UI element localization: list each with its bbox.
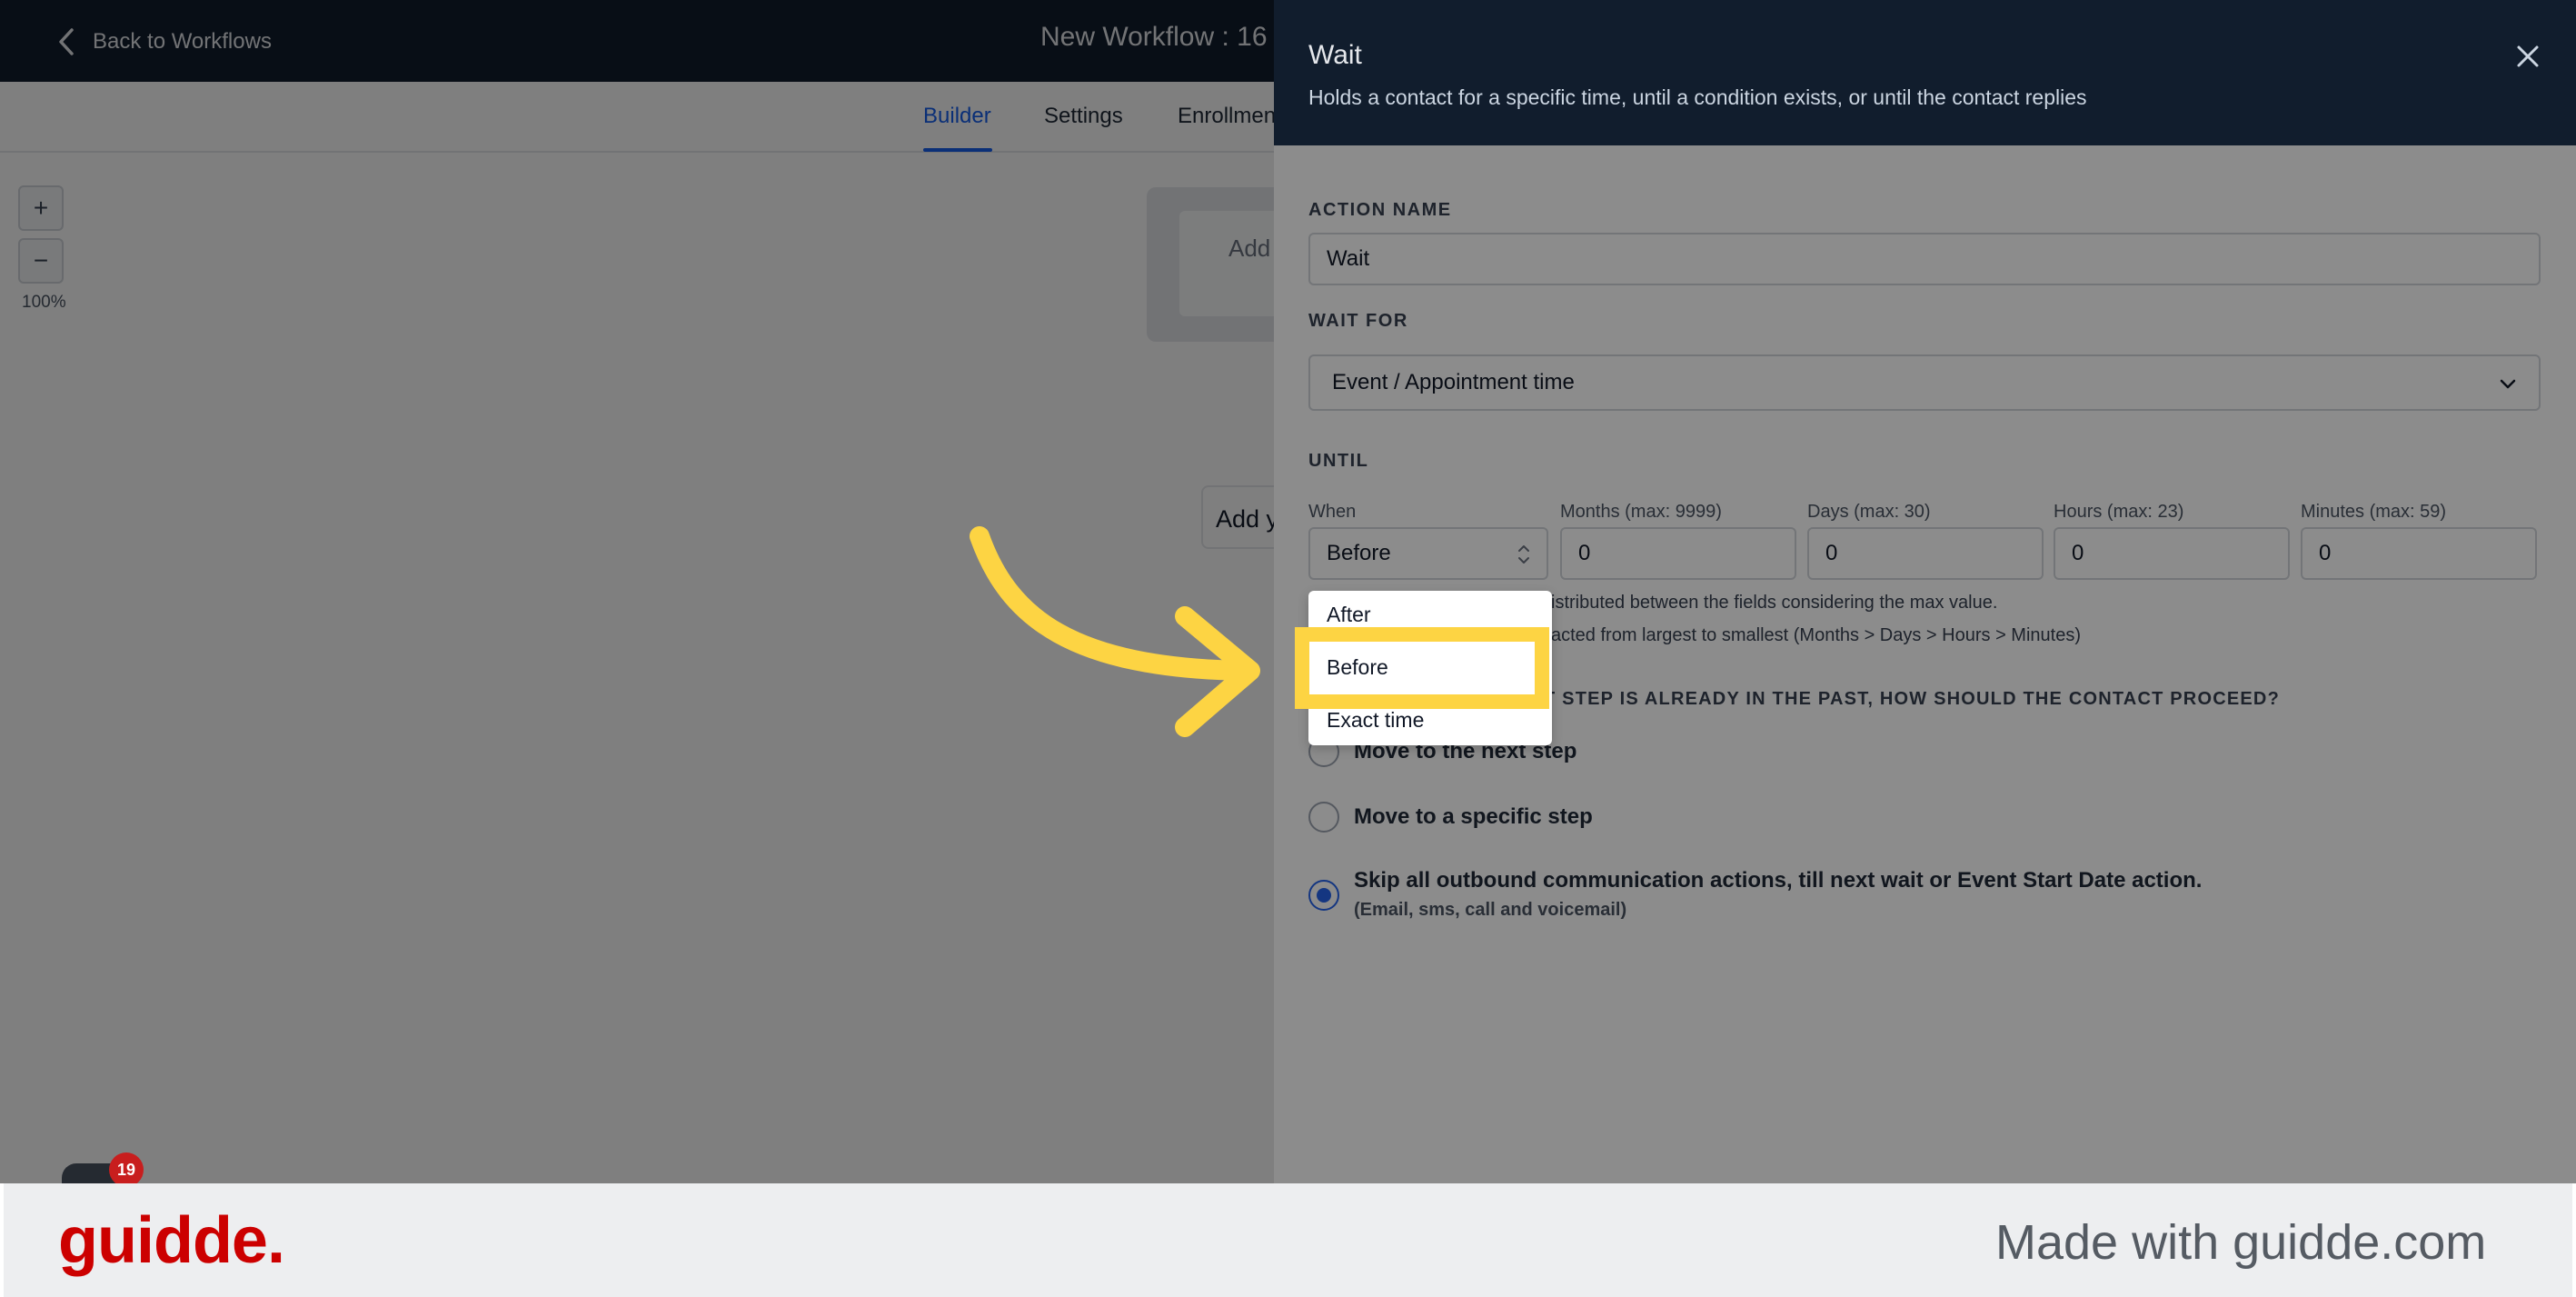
option-skip-outbound[interactable]: Skip all outbound communication actions,… [1308,865,2202,921]
hours-input[interactable]: 0 [2054,527,2290,580]
action-name-input[interactable]: Wait [1308,233,2541,285]
days-input[interactable]: 0 [1807,527,2044,580]
made-with-text: Made with guidde.com [1995,1215,2487,1270]
guidde-logo: guidde. [58,1204,285,1277]
dropdown-option-after[interactable]: After [1308,591,1552,638]
drawer-subtitle: Holds a contact for a specific time, unt… [1308,85,2087,109]
option-label: Move to a specific step [1354,804,1593,829]
wait-for-label: WAIT FOR [1308,311,1408,331]
notification-badge: 19 [109,1152,144,1183]
hours-label: Hours (max: 23) [2054,502,2184,522]
radio-button[interactable] [1308,802,1339,833]
option-move-specific-step[interactable]: Move to a specific step [1308,802,1593,833]
dropdown-option-before[interactable]: Before [1308,644,1552,691]
action-name-label: ACTION NAME [1308,200,1452,220]
helper-text-distribution: istributed between the fields considerin… [1551,593,1998,613]
dropdown-option-exact-time[interactable]: Exact time [1308,696,1552,743]
drawer-title: Wait [1308,40,1362,70]
option-label: Skip all outbound communication actions,… [1354,868,2203,893]
when-value: Before [1327,541,1391,565]
modal-overlay[interactable] [0,0,1274,1183]
days-label: Days (max: 30) [1807,502,1931,522]
until-label: UNTIL [1308,451,1369,471]
minutes-input[interactable]: 0 [2301,527,2537,580]
wait-action-drawer: Wait Holds a contact for a specific time… [1274,0,2576,1183]
months-label: Months (max: 9999) [1560,502,1722,522]
footer-bar: guidde. Made with guidde.com [0,1183,2576,1297]
helper-text-order: acted from largest to smallest (Months >… [1551,625,2081,645]
option-sublabel: (Email, sms, call and voicemail) [1354,900,1627,920]
months-input[interactable]: 0 [1560,527,1796,580]
wait-for-select[interactable]: Event / Appointment time [1308,354,2541,411]
when-select[interactable]: Before [1308,527,1548,580]
when-dropdown-menu: After Before Exact time [1308,591,1552,745]
past-step-question: T STEP IS ALREADY IN THE PAST, HOW SHOUL… [1544,689,2280,709]
drawer-header: Wait Holds a contact for a specific time… [1274,0,2576,145]
when-label: When [1308,502,1357,522]
wait-for-value: Event / Appointment time [1332,370,1575,394]
updown-chevron-icon [1518,545,1529,564]
minutes-label: Minutes (max: 59) [2301,502,2447,522]
chevron-down-icon [2500,379,2516,389]
radio-button-checked[interactable] [1308,880,1339,911]
close-icon[interactable] [2511,40,2544,73]
